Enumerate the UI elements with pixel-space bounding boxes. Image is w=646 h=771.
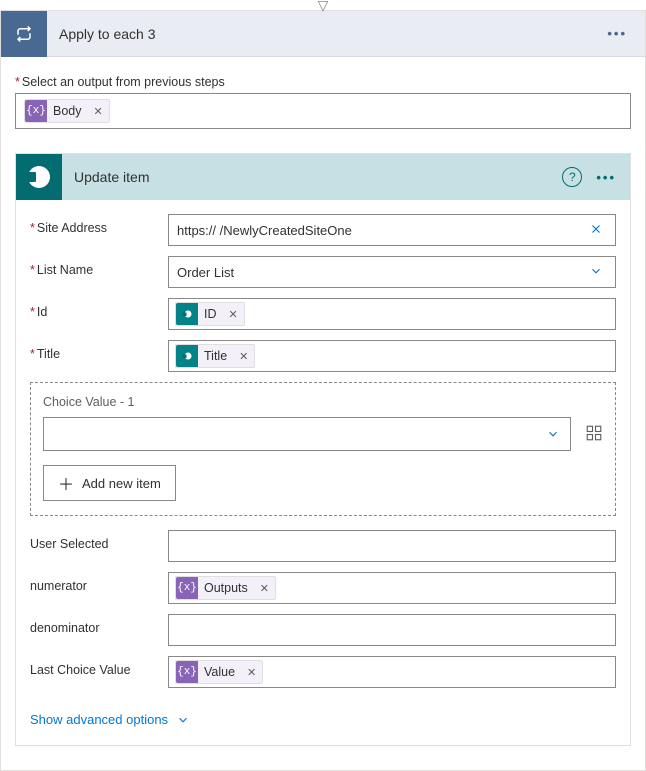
choice-value-select[interactable] <box>43 417 571 451</box>
update-item-body: *Site Address https:// /NewlyCreatedSite… <box>16 200 630 745</box>
numerator-label: numerator <box>30 572 168 593</box>
clear-site-address-button[interactable] <box>585 222 607 239</box>
apply-to-each-menu-button[interactable]: ••• <box>601 22 633 45</box>
list-name-select[interactable]: Order List <box>168 256 616 288</box>
sharepoint-icon <box>16 154 62 200</box>
output-select-input[interactable]: {x} Body ✕ <box>15 93 631 129</box>
user-selected-input[interactable] <box>168 530 616 562</box>
id-input[interactable]: ID ✕ <box>168 298 616 330</box>
list-name-label: *List Name <box>30 256 168 277</box>
plus-icon: ＋ <box>58 471 74 495</box>
expression-icon: {x} <box>25 100 47 122</box>
value-token[interactable]: {x} Value ✕ <box>175 660 263 684</box>
list-name-value: Order List <box>177 265 585 280</box>
apply-to-each-header[interactable]: Apply to each 3 ••• <box>1 11 645 57</box>
site-address-value: https:// /NewlyCreatedSiteOne <box>177 223 585 238</box>
remove-token-button[interactable]: ✕ <box>223 308 244 321</box>
remove-token-button[interactable]: ✕ <box>88 105 109 118</box>
body-token[interactable]: {x} Body ✕ <box>24 99 110 123</box>
remove-token-button[interactable]: ✕ <box>254 582 275 595</box>
sharepoint-token-icon <box>176 303 198 325</box>
update-item-card: Update item ? ••• *Site Address https://… <box>15 153 631 746</box>
switch-mode-icon[interactable] <box>585 424 603 445</box>
site-address-input[interactable]: https:// /NewlyCreatedSiteOne <box>168 214 616 246</box>
id-label: *Id <box>30 298 168 319</box>
apply-to-each-title: Apply to each 3 <box>47 26 601 42</box>
sharepoint-token-icon <box>176 345 198 367</box>
remove-token-button[interactable]: ✕ <box>233 350 254 363</box>
user-selected-label: User Selected <box>30 530 168 551</box>
help-icon[interactable]: ? <box>562 167 582 187</box>
denominator-input[interactable] <box>168 614 616 646</box>
denominator-label: denominator <box>30 614 168 635</box>
loop-icon <box>1 11 47 57</box>
site-address-label: *Site Address <box>30 214 168 235</box>
update-item-menu-button[interactable]: ••• <box>592 166 620 189</box>
add-new-item-button[interactable]: ＋ Add new item <box>43 465 176 501</box>
flow-arrow-down: ▽ <box>0 0 646 10</box>
update-item-header[interactable]: Update item ? ••• <box>16 154 630 200</box>
last-choice-label: Last Choice Value <box>30 656 168 677</box>
title-label: *Title <box>30 340 168 361</box>
title-input[interactable]: Title ✕ <box>168 340 616 372</box>
update-item-title: Update item <box>62 169 562 185</box>
add-new-item-label: Add new item <box>82 476 161 491</box>
expression-icon: {x} <box>176 661 198 683</box>
token-label: Body <box>47 104 88 118</box>
numerator-input[interactable]: {x} Outputs ✕ <box>168 572 616 604</box>
token-label: Title <box>198 349 233 363</box>
token-label: ID <box>198 307 223 321</box>
choice-value-title: Choice Value - 1 <box>43 395 603 409</box>
remove-token-button[interactable]: ✕ <box>241 666 262 679</box>
expression-icon: {x} <box>176 577 198 599</box>
title-token[interactable]: Title ✕ <box>175 344 255 368</box>
token-label: Value <box>198 665 241 679</box>
show-advanced-options-link[interactable]: Show advanced options <box>30 712 190 727</box>
token-label: Outputs <box>198 581 254 595</box>
apply-to-each-card: Apply to each 3 ••• *Select an output fr… <box>0 10 646 771</box>
apply-to-each-body: *Select an output from previous steps {x… <box>1 57 645 770</box>
last-choice-input[interactable]: {x} Value ✕ <box>168 656 616 688</box>
output-select-label: *Select an output from previous steps <box>15 75 631 89</box>
chevron-down-icon <box>585 264 607 281</box>
choice-value-section: Choice Value - 1 <box>30 382 616 516</box>
outputs-token[interactable]: {x} Outputs ✕ <box>175 576 276 600</box>
id-token[interactable]: ID ✕ <box>175 302 245 326</box>
